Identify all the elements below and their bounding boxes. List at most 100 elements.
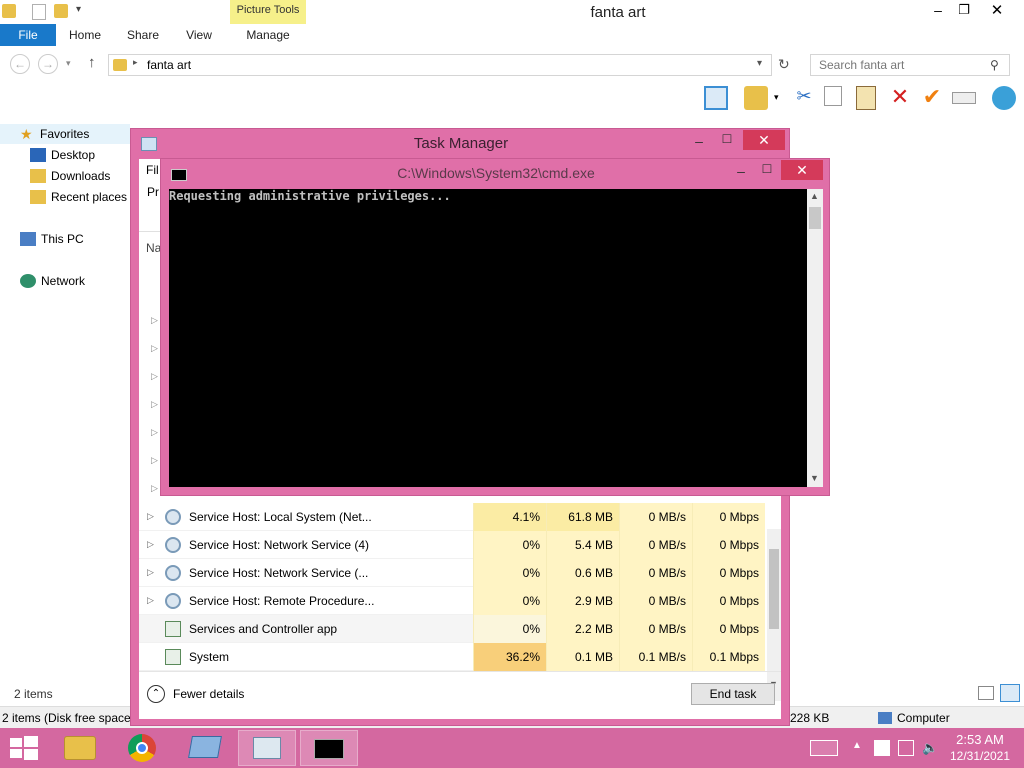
network-cell: 0 Mbps <box>692 531 765 559</box>
scroll-up-icon[interactable]: ▲ <box>810 191 819 201</box>
scrollbar-thumb[interactable] <box>769 549 779 629</box>
process-row[interactable]: System 36.2% 0.1 MB 0.1 MB/s 0.1 Mbps <box>139 643 765 671</box>
ribbon-tabs: File Home Share View Manage <box>0 24 1024 46</box>
process-row[interactable]: ▷ Service Host: Network Service (... 0% … <box>139 559 765 587</box>
tab-processes-partial[interactable]: Pr <box>147 185 159 199</box>
process-name: Service Host: Network Service (4) <box>189 538 370 552</box>
search-input[interactable]: Search fanta art <box>810 54 1010 76</box>
details-view-icon[interactable] <box>978 686 994 700</box>
nav-this-pc[interactable]: This PC <box>0 229 84 249</box>
tab-file[interactable]: File <box>0 24 56 46</box>
tab-share[interactable]: Share <box>118 24 168 46</box>
process-row[interactable]: ▷ Service Host: Local System (Net... 4.1… <box>139 503 765 531</box>
expand-chevron-icon[interactable]: ▷ <box>151 427 158 438</box>
app-window-icon <box>165 649 181 665</box>
process-row[interactable]: ▷ Service Host: Network Service (4) 0% 5… <box>139 531 765 559</box>
menu-file-partial[interactable]: Fil <box>146 163 159 177</box>
taskbar-chrome[interactable] <box>114 730 172 766</box>
globe-icon[interactable] <box>992 86 1016 110</box>
recent-locations-icon[interactable]: ▾ <box>66 58 71 69</box>
action-center-icon[interactable] <box>874 740 890 756</box>
computer-label: Computer <box>897 711 950 725</box>
nav-network[interactable]: Network <box>0 271 85 291</box>
tm-close-button[interactable]: ✕ <box>743 130 785 150</box>
star-icon: ★ <box>20 126 33 142</box>
move-dropdown-icon[interactable]: ▾ <box>774 92 784 116</box>
scroll-down-icon[interactable]: ▼ <box>810 473 819 483</box>
fewer-details-link[interactable]: Fewer details <box>173 687 244 701</box>
disk-cell: 0 MB/s <box>619 587 692 615</box>
refresh-icon[interactable]: ↻ <box>778 56 790 73</box>
nav-desktop[interactable]: Desktop <box>0 145 95 165</box>
rename-icon[interactable]: ✔ <box>920 86 944 110</box>
address-dropdown-icon[interactable]: ▾ <box>757 58 762 69</box>
collapse-up-icon[interactable]: ⌃ <box>147 685 165 703</box>
nav-label: Favorites <box>40 127 90 141</box>
taskbar-app[interactable] <box>176 730 234 766</box>
restore-button[interactable]: ❐ <box>952 2 976 20</box>
taskbar-cmd[interactable] <box>300 730 358 766</box>
tab-home[interactable]: Home <box>60 24 110 46</box>
expand-chevron-icon[interactable]: ▷ <box>151 343 158 354</box>
process-row[interactable]: ▷ Service Host: Remote Procedure... 0% 2… <box>139 587 765 615</box>
search-icon[interactable]: ⚲ <box>990 58 999 72</box>
expand-chevron-icon[interactable]: ▷ <box>151 483 158 494</box>
breadcrumb[interactable]: fanta art <box>147 58 191 72</box>
move-to-icon[interactable] <box>744 86 768 110</box>
cmd-console[interactable]: Requesting administrative privileges... <box>169 189 807 487</box>
keyboard-icon[interactable] <box>810 740 838 756</box>
address-bar[interactable]: ▸ fanta art ▾ <box>108 54 772 76</box>
network-cell: 0 Mbps <box>692 587 765 615</box>
cut-icon[interactable]: ✂ <box>792 86 816 110</box>
cmd-icon <box>314 739 344 759</box>
expand-chevron-icon[interactable]: ▷ <box>151 399 158 410</box>
minimize-button[interactable]: – <box>926 2 950 20</box>
address-row: ← → ▾ ↑ ▸ fanta art ▾ ↻ Search fanta art… <box>0 50 1024 80</box>
paste-icon[interactable] <box>856 86 876 110</box>
tab-manage[interactable]: Manage <box>232 24 304 46</box>
scrollbar-thumb[interactable] <box>809 207 821 229</box>
back-icon[interactable]: ← <box>10 54 30 74</box>
copy-icon[interactable] <box>824 86 842 106</box>
expand-chevron-icon[interactable]: ▷ <box>151 371 158 382</box>
disk-cell: 0 MB/s <box>619 615 692 643</box>
process-list-scrollbar[interactable]: ▼ <box>767 529 781 701</box>
volume-muted-icon[interactable]: 🔈 <box>922 740 938 756</box>
up-icon[interactable]: ↑ <box>88 54 96 71</box>
taskbar-task-manager[interactable] <box>238 730 296 766</box>
cmd-scrollbar[interactable]: ▲ ▼ <box>807 189 823 487</box>
expand-chevron-icon[interactable]: ▷ <box>151 315 158 326</box>
nav-downloads[interactable]: Downloads <box>0 166 110 186</box>
nav-recent-places[interactable]: Recent places <box>0 187 127 207</box>
taskbar-file-explorer[interactable] <box>52 730 110 766</box>
show-hidden-icons-icon[interactable]: ▲ <box>852 740 862 751</box>
expand-chevron-icon[interactable]: ▷ <box>147 539 155 549</box>
breadcrumb-chevron-icon: ▸ <box>133 57 138 67</box>
windows-start-icon[interactable] <box>10 736 38 760</box>
delete-icon[interactable]: ✕ <box>888 86 912 110</box>
tab-view[interactable]: View <box>174 24 224 46</box>
expand-chevron-icon[interactable]: ▷ <box>147 595 155 605</box>
cmd-window[interactable]: C:\Windows\System32\cmd.exe – ☐ ✕ Reques… <box>160 158 830 496</box>
tm-maximize-button[interactable]: ☐ <box>715 132 739 146</box>
expand-chevron-icon[interactable]: ▷ <box>151 455 158 466</box>
expand-chevron-icon[interactable]: ▷ <box>147 567 155 577</box>
end-task-button[interactable]: End task <box>691 683 775 705</box>
cmd-maximize-button[interactable]: ☐ <box>755 162 779 176</box>
process-name: Service Host: Network Service (... <box>189 566 369 580</box>
network-status-icon[interactable] <box>898 740 914 756</box>
expand-chevron-icon[interactable]: ▷ <box>147 511 155 521</box>
memory-cell: 0.6 MB <box>546 559 619 587</box>
pane-view-icon[interactable] <box>704 86 728 110</box>
cmd-close-button[interactable]: ✕ <box>781 160 823 180</box>
tm-minimize-button[interactable]: – <box>687 133 711 149</box>
cmd-minimize-button[interactable]: – <box>729 163 753 179</box>
properties-icon[interactable] <box>952 92 976 104</box>
process-row[interactable]: Services and Controller app 0% 2.2 MB 0 … <box>139 615 765 643</box>
forward-icon[interactable]: → <box>38 54 58 74</box>
taskbar-clock[interactable]: 2:53 AM 12/31/2021 <box>940 732 1020 764</box>
cpu-cell: 0% <box>473 587 546 615</box>
nav-favorites[interactable]: ★ Favorites <box>0 124 130 144</box>
close-button[interactable]: ✕ <box>982 1 1012 19</box>
large-icons-view-icon[interactable] <box>1000 684 1020 702</box>
